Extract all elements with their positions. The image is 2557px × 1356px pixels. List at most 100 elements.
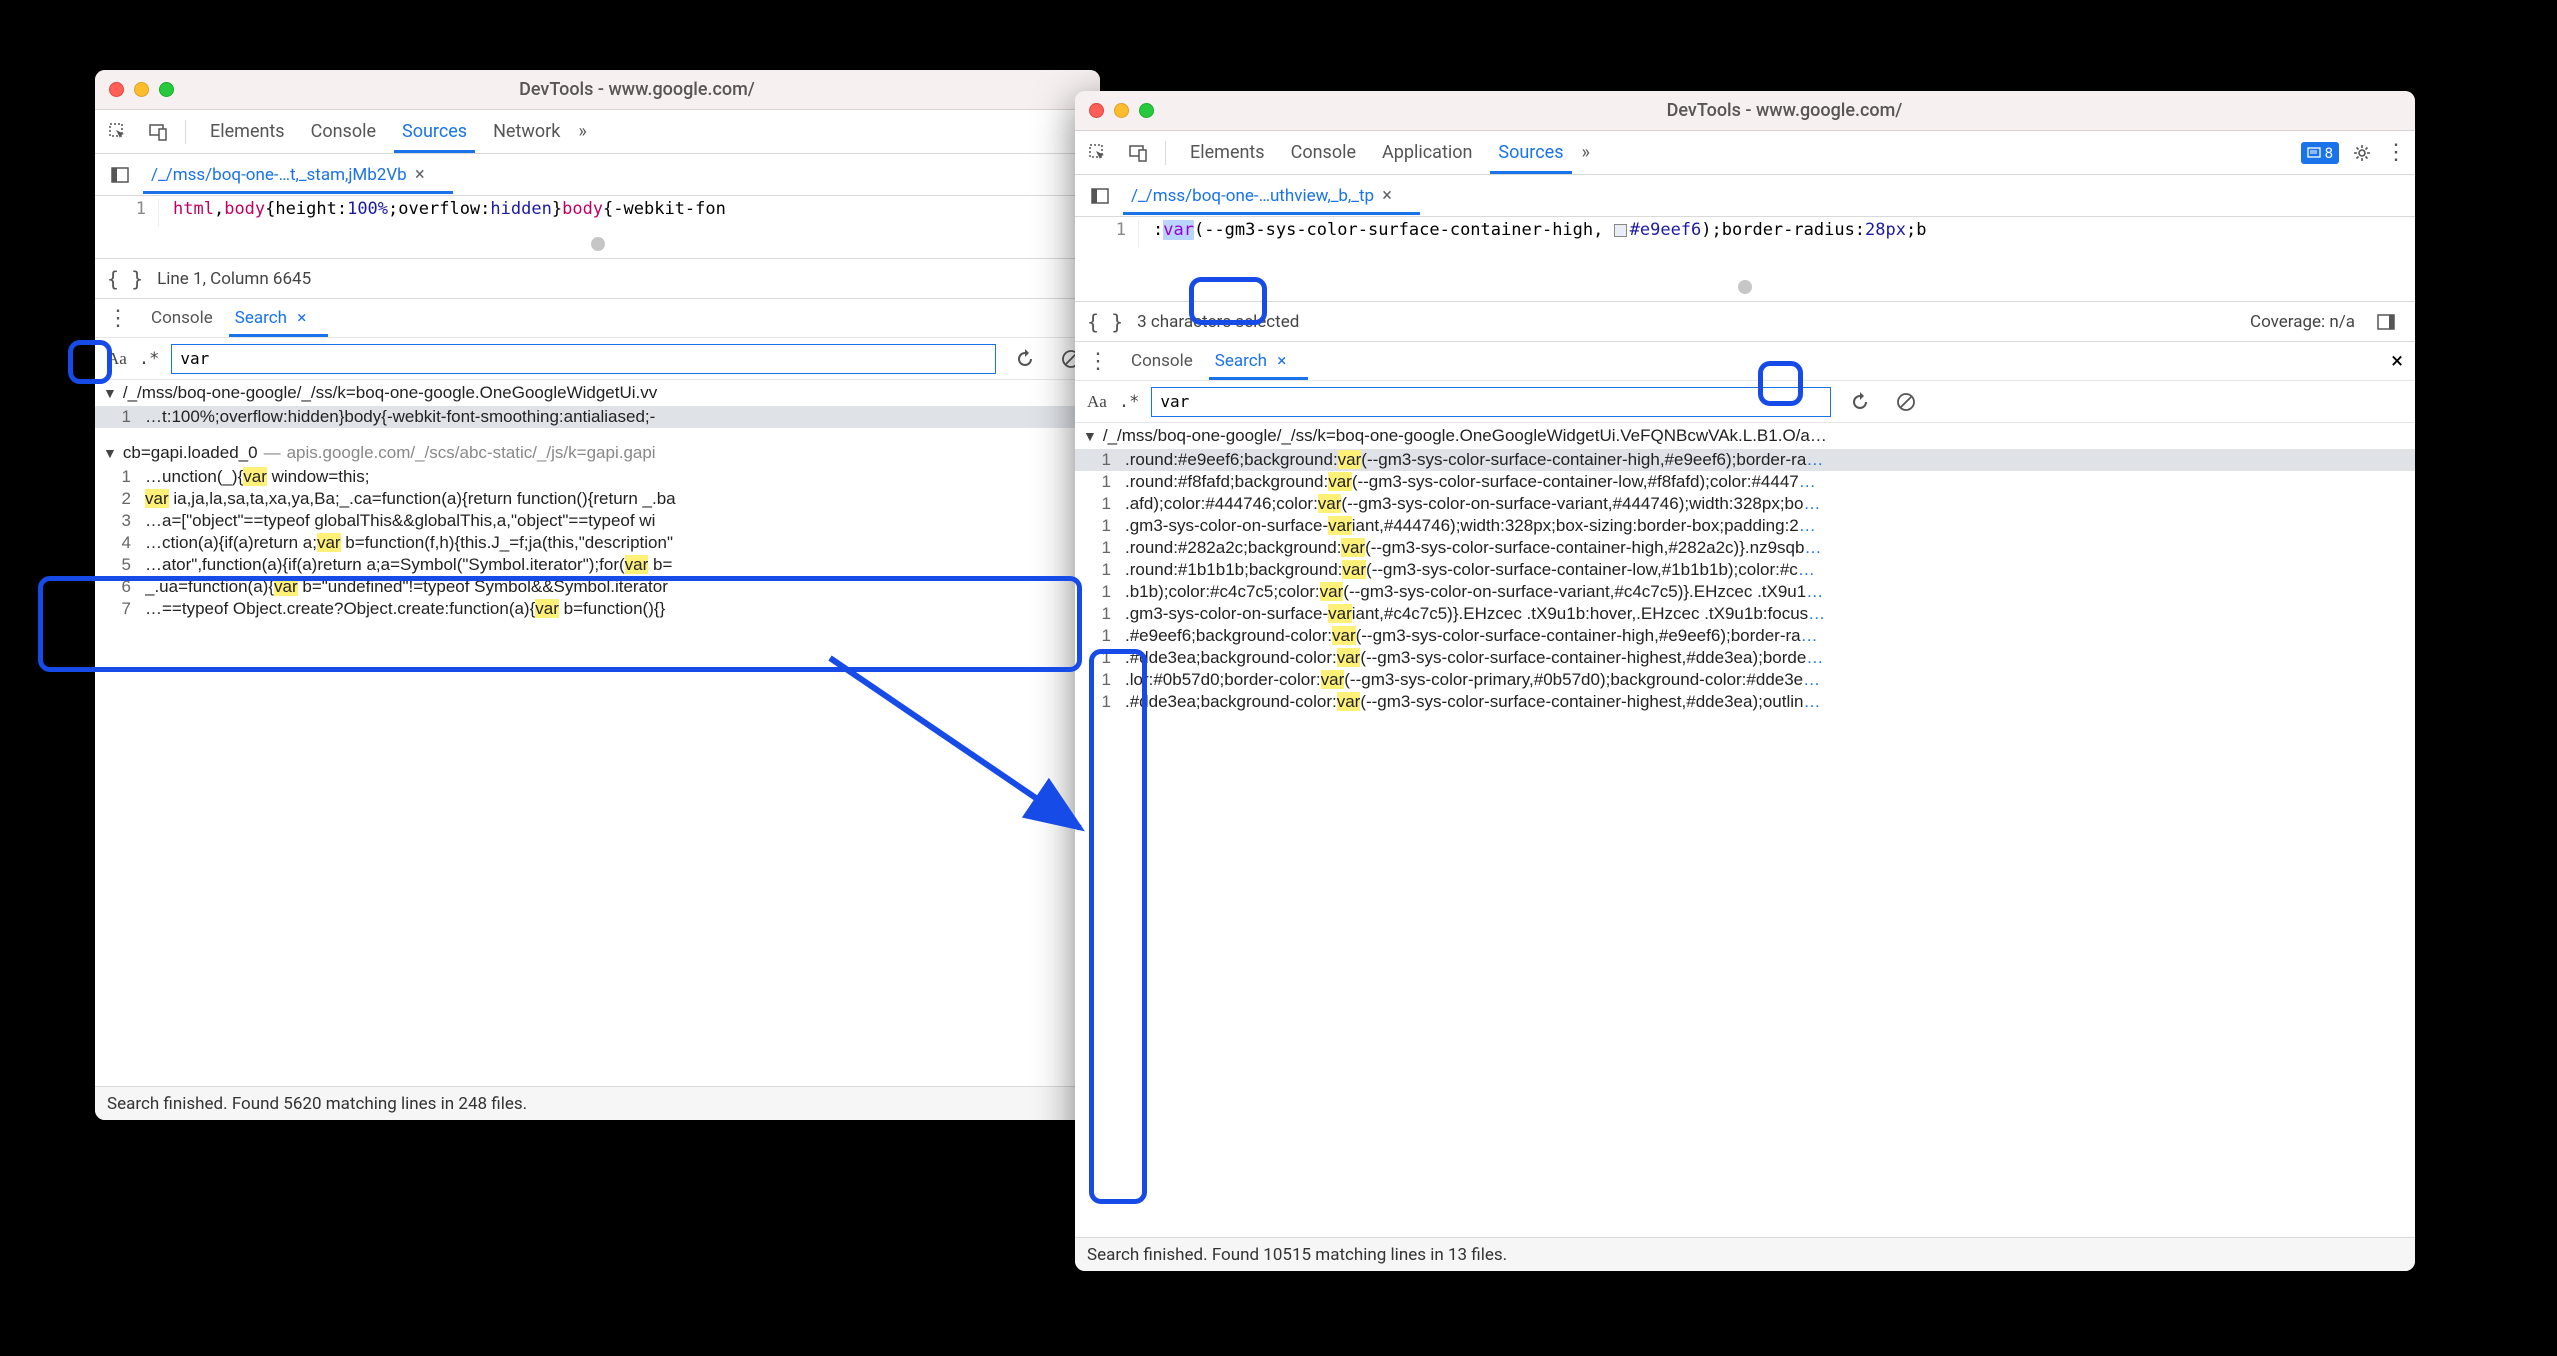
result-line[interactable]: 1.gm3-sys-color-on-surface-variant,#4447… <box>1075 515 2415 537</box>
close-drawer-tab-icon[interactable]: × <box>297 308 306 328</box>
search-input[interactable] <box>1151 387 1831 417</box>
result-line[interactable]: 6_.ua=function(a){var b="undefined"!=typ… <box>95 576 1100 598</box>
clear-icon[interactable] <box>1889 385 1923 419</box>
result-line[interactable]: 1.round:#1b1b1b;background:var(--gm3-sys… <box>1075 559 2415 581</box>
result-line[interactable]: 7…==typeof Object.create?Object.create:f… <box>95 598 1100 620</box>
device-toggle-icon[interactable] <box>141 115 175 149</box>
file-name: /_/mss/boq-one-…t,_stam,jMb2Vb <box>151 165 407 185</box>
file-tab-bar: /_/mss/boq-one-…t,_stam,jMb2Vb × <box>95 154 1100 196</box>
settings-icon[interactable] <box>2345 136 2379 170</box>
result-line[interactable]: 5…ator",function(a){if(a)return a;a=Symb… <box>95 554 1100 576</box>
code-editor[interactable]: 1 :var(--gm3-sys-color-surface-container… <box>1075 217 2415 251</box>
close-dot[interactable] <box>1089 103 1104 118</box>
tab-sources[interactable]: Sources <box>1494 132 1567 173</box>
match-case-icon[interactable]: Aa <box>1087 392 1107 412</box>
result-line[interactable]: 1.#dde3ea;background-color:var(--gm3-sys… <box>1075 647 2415 669</box>
scroll-indicator <box>95 230 1100 258</box>
disclosure-triangle-icon[interactable]: ▼ <box>103 445 117 461</box>
close-drawer-tab-icon[interactable]: × <box>1277 351 1286 371</box>
close-tab-icon[interactable]: × <box>1382 185 1392 206</box>
drawer-tab-search[interactable]: Search × <box>1213 343 1289 379</box>
result-line[interactable]: 1.round:#e9eef6;background:var(--gm3-sys… <box>1075 449 2415 471</box>
sidebar-toggle-icon[interactable] <box>2369 305 2403 339</box>
result-line[interactable]: 1…unction(_){var window=this; <box>95 466 1100 488</box>
result-path-origin: apis.google.com/_/scs/abc-static/_/js/k=… <box>287 443 656 463</box>
main-toolbar: Elements Console Application Sources » 8… <box>1075 131 2415 175</box>
search-results: ▼ /_/mss/boq-one-google/_/ss/k=boq-one-g… <box>95 380 1100 1086</box>
zoom-dot[interactable] <box>159 82 174 97</box>
close-drawer-icon[interactable]: × <box>2391 349 2403 374</box>
minimize-dot[interactable] <box>1114 103 1129 118</box>
zoom-dot[interactable] <box>1139 103 1154 118</box>
more-tabs-icon[interactable]: » <box>1574 142 1598 163</box>
editor-statusbar: { } 3 characters selected Coverage: n/a <box>1075 301 2415 341</box>
tab-console[interactable]: Console <box>307 111 380 152</box>
result-line[interactable]: 1.#dde3ea;background-color:var(--gm3-sys… <box>1075 691 2415 713</box>
minimize-dot[interactable] <box>134 82 149 97</box>
tab-application[interactable]: Application <box>1378 132 1476 173</box>
device-toggle-icon[interactable] <box>1121 136 1155 170</box>
code-line: :var(--gm3-sys-color-surface-container-h… <box>1139 220 1926 248</box>
cursor-position: Line 1, Column 6645 <box>157 269 311 289</box>
scroll-indicator <box>1075 273 2415 301</box>
drawer-tabs: ⋮ Console Search × × <box>1075 341 2415 381</box>
code-editor[interactable]: 1 html,body{height:100%;overflow:hidden}… <box>95 196 1100 230</box>
disclosure-triangle-icon[interactable]: ▼ <box>1083 428 1097 444</box>
result-line[interactable]: 2var ia,ja,la,sa,ta,xa,ya,Ba;_.ca=functi… <box>95 488 1100 510</box>
editor-statusbar: { } Line 1, Column 6645 <box>95 258 1100 298</box>
devtools-window-right: DevTools - www.google.com/ Elements Cons… <box>1075 91 2415 1271</box>
traffic-lights <box>109 82 174 97</box>
result-path: /_/mss/boq-one-google/_/ss/k=boq-one-goo… <box>123 383 657 403</box>
drawer-tab-search[interactable]: Search × <box>233 300 309 336</box>
drawer-tab-console[interactable]: Console <box>1129 343 1195 379</box>
result-path-name: cb=gapi.loaded_0 <box>123 443 258 463</box>
tab-elements[interactable]: Elements <box>1186 132 1269 173</box>
disclosure-triangle-icon[interactable]: ▼ <box>103 385 117 401</box>
titlebar: DevTools - www.google.com/ <box>1075 91 2415 131</box>
tab-elements[interactable]: Elements <box>206 111 289 152</box>
result-line[interactable]: 1.#e9eef6;background-color:var(--gm3-sys… <box>1075 625 2415 647</box>
result-line[interactable]: 1.b1b);color:#c4c7c5;color:var(--gm3-sys… <box>1075 581 2415 603</box>
search-bar: Aa .* <box>1075 381 2415 423</box>
navigator-toggle-icon[interactable] <box>103 158 137 192</box>
inspect-icon[interactable] <box>101 115 135 149</box>
drawer-menu-icon[interactable]: ⋮ <box>107 306 131 331</box>
drawer-tab-console[interactable]: Console <box>149 300 215 336</box>
close-dot[interactable] <box>109 82 124 97</box>
navigator-toggle-icon[interactable] <box>1083 179 1117 213</box>
result-line[interactable]: 1.afd);color:#444746;color:var(--gm3-sys… <box>1075 493 2415 515</box>
kebab-menu-icon[interactable]: ⋮ <box>2385 140 2409 165</box>
result-group[interactable]: ▼ /_/mss/boq-one-google/_/ss/k=boq-one-g… <box>1075 423 2415 449</box>
result-group[interactable]: ▼ /_/mss/boq-one-google/_/ss/k=boq-one-g… <box>95 380 1100 406</box>
result-line[interactable]: 1.round:#282a2c;background:var(--gm3-sys… <box>1075 537 2415 559</box>
file-tab-bar: /_/mss/boq-one-…uthview,_b,_tp × <box>1075 175 2415 217</box>
selection-status: 3 characters selected <box>1137 312 1299 332</box>
search-input[interactable] <box>171 344 996 374</box>
result-line[interactable]: 1.round:#f8fafd;background:var(--gm3-sys… <box>1075 471 2415 493</box>
pretty-print-icon[interactable]: { } <box>1087 310 1123 334</box>
inspect-icon[interactable] <box>1081 136 1115 170</box>
result-line[interactable]: 1.lor:#0b57d0;border-color:var(--gm3-sys… <box>1075 669 2415 691</box>
file-tab[interactable]: /_/mss/boq-one-…uthview,_b,_tp × <box>1127 177 1396 214</box>
search-footer: Search finished. Found 5620 matching lin… <box>95 1086 1100 1120</box>
drawer-menu-icon[interactable]: ⋮ <box>1087 349 1111 374</box>
tab-network[interactable]: Network <box>489 111 564 152</box>
refresh-icon[interactable] <box>1843 385 1877 419</box>
result-line[interactable]: 4…ction(a){if(a)return a;var b=function(… <box>95 532 1100 554</box>
refresh-icon[interactable] <box>1008 342 1042 376</box>
result-line[interactable]: 1.gm3-sys-color-on-surface-variant,#c4c7… <box>1075 603 2415 625</box>
issues-badge[interactable]: 8 <box>2301 142 2339 164</box>
tab-console[interactable]: Console <box>1287 132 1360 173</box>
more-tabs-icon[interactable]: » <box>570 121 594 142</box>
result-group[interactable]: ▼ cb=gapi.loaded_0 — apis.google.com/_/s… <box>95 440 1100 466</box>
match-case-icon[interactable]: Aa <box>107 349 127 369</box>
file-tab[interactable]: /_/mss/boq-one-…t,_stam,jMb2Vb × <box>147 156 429 193</box>
separator <box>1165 141 1166 165</box>
regex-icon[interactable]: .* <box>139 349 159 369</box>
pretty-print-icon[interactable]: { } <box>107 267 143 291</box>
close-tab-icon[interactable]: × <box>415 164 425 185</box>
tab-sources[interactable]: Sources <box>398 111 471 152</box>
regex-icon[interactable]: .* <box>1119 392 1139 412</box>
result-line[interactable]: 3…a=["object"==typeof globalThis&&global… <box>95 510 1100 532</box>
result-line[interactable]: 1 …t:100%;overflow:hidden}body{-webkit-f… <box>95 406 1100 428</box>
